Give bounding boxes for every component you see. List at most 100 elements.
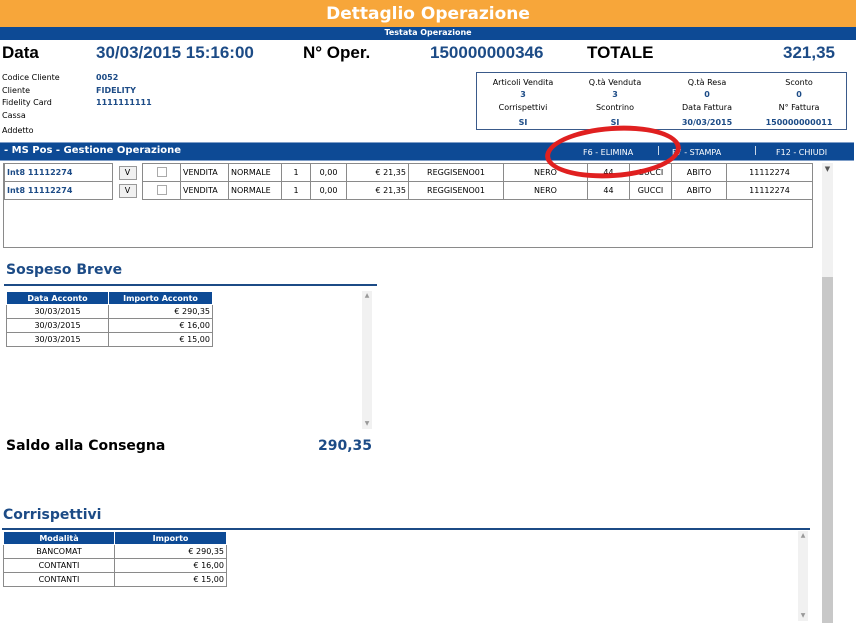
header-data-value-wrap: 30/03/2015 15:16:00 [96, 43, 254, 65]
scroll-up-icon[interactable]: ▲ [362, 292, 372, 300]
op-qta: 1 [281, 181, 311, 200]
table-row: BANCOMAT € 290,35 [3, 544, 227, 559]
data-value: 30/03/2015 15:16:00 [96, 43, 254, 62]
modalita-cell: BANCOMAT [3, 544, 115, 559]
f12-chiudi-button[interactable]: F12 - CHIUDI [776, 148, 827, 157]
op-code: Int8 11112274 [4, 181, 113, 200]
importo-cell: € 15,00 [114, 572, 227, 587]
gestione-title: - MS Pos - Gestione Operazione [4, 145, 182, 156]
op-taglia: 44 [587, 181, 630, 200]
table-header-row: Data Acconto Importo Acconto [6, 291, 213, 305]
window-title: Dettaglio Operazione [326, 4, 530, 24]
scroll-up-icon[interactable]: ▲ [798, 532, 808, 540]
sospeso-divider [4, 284, 377, 286]
table-row: 30/03/2015 € 15,00 [6, 332, 213, 347]
row-checkbox[interactable] [156, 166, 167, 177]
checkbox-cell [142, 181, 181, 200]
modalita-cell: CONTANTI [3, 558, 115, 573]
cliente-label: Cliente [2, 86, 31, 95]
op-prezzo: € 21,35 [346, 181, 409, 200]
addetto-label: Addetto [2, 126, 34, 135]
op-prezzo: € 21,35 [346, 163, 409, 182]
qta-resa-value: 0 [704, 90, 710, 99]
acconto-importo: € 16,00 [108, 318, 213, 333]
n-fattura-value: 150000000011 [765, 118, 833, 127]
oper-label: N° Oper. [303, 43, 371, 62]
col-modalita: Modalità [3, 531, 115, 545]
corrispettivi-scrollbar[interactable]: ▲ ▼ [798, 531, 808, 621]
op-stato: NORMALE [228, 181, 282, 200]
qta-resa-label: Q.tà Resa [687, 78, 727, 87]
sospeso-scrollbar[interactable]: ▲ ▼ [362, 291, 372, 429]
totale-label: TOTALE [587, 43, 654, 62]
op-tipo: VENDITA [180, 181, 229, 200]
codice-cliente-value: 0052 [96, 73, 119, 82]
sconto-value: 0 [796, 90, 802, 99]
modalita-cell: CONTANTI [3, 572, 115, 587]
acconto-data: 30/03/2015 [6, 318, 109, 333]
fidelity-card-label: Fidelity Card [2, 98, 52, 107]
summary-box: Articoli Vendita Q.tà Venduta Q.tà Resa … [476, 72, 847, 130]
sospeso-table: Data Acconto Importo Acconto 30/03/2015 … [6, 291, 213, 347]
sconto-label: Sconto [785, 78, 813, 87]
totale-value: 321,35 [783, 43, 835, 62]
op-sconto: 0,00 [310, 163, 347, 182]
table-row[interactable]: Int8 11112274 V VENDITA NORMALE 1 0,00 €… [4, 163, 813, 182]
op-code: Int8 11112274 [4, 163, 113, 182]
gestione-toolbar: - MS Pos - Gestione Operazione F6 - ELIM… [0, 142, 854, 161]
qta-venduta-label: Q.tà Venduta [588, 78, 642, 87]
cassa-label: Cassa [2, 111, 26, 120]
op-articolo: REGGISENO01 [408, 163, 504, 182]
col-importo-acconto: Importo Acconto [108, 291, 213, 305]
corrispettivi-label: Corrispettivi [498, 103, 548, 112]
table-row: 30/03/2015 € 290,35 [6, 304, 213, 319]
corrispettivi-title: Corrispettivi [3, 507, 102, 523]
window-title-bar: Dettaglio Operazione [0, 0, 856, 27]
n-fattura-label: N° Fattura [778, 103, 820, 112]
op-categoria: ABITO [671, 163, 727, 182]
scroll-down-icon[interactable]: ▼ [798, 612, 808, 620]
op-marca: GUCCI [629, 181, 672, 200]
v-button[interactable]: V [118, 183, 137, 198]
scroll-down-icon[interactable]: ▼ [362, 420, 372, 428]
op-categoria: ABITO [671, 181, 727, 200]
table-row[interactable]: Int8 11112274 V VENDITA NORMALE 1 0,00 €… [4, 181, 813, 200]
acconto-importo: € 15,00 [108, 332, 213, 347]
corrispettivi-divider [2, 528, 810, 530]
op-tipo: VENDITA [180, 163, 229, 182]
operations-table: Int8 11112274 V VENDITA NORMALE 1 0,00 €… [4, 163, 813, 200]
checkbox-cell [142, 163, 181, 182]
op-qta: 1 [281, 163, 311, 182]
saldo-value: 290,35 [318, 438, 373, 454]
op-stato: NORMALE [228, 163, 282, 182]
op-articolo: REGGISENO01 [408, 181, 504, 200]
fidelity-card-value: 1111111111 [96, 98, 152, 107]
corrispettivi-table: Modalità Importo BANCOMAT € 290,35 CONTA… [3, 531, 227, 587]
op-sconto: 0,00 [310, 181, 347, 200]
v-button[interactable]: V [118, 165, 137, 180]
acconto-data: 30/03/2015 [6, 304, 109, 319]
scroll-up-icon[interactable]: ▼ [822, 165, 833, 173]
row-checkbox[interactable] [156, 184, 167, 195]
data-fattura-label: Data Fattura [682, 103, 732, 112]
col-data-acconto: Data Acconto [6, 291, 109, 305]
header-oper-wrap: N° Oper. [303, 43, 370, 65]
corrispettivi-value: SI [518, 118, 528, 127]
window-subtitle-bar: Testata Operazione [0, 27, 856, 40]
table-row: CONTANTI € 15,00 [3, 572, 227, 587]
data-fattura-value: 30/03/2015 [681, 118, 733, 127]
main-scrollbar[interactable]: ▼ [822, 163, 833, 623]
col-importo: Importo [114, 531, 227, 545]
window-subtitle: Testata Operazione [384, 28, 472, 37]
scrollbar-thumb[interactable] [822, 277, 833, 623]
v-cell: V [113, 164, 143, 182]
acconto-importo: € 290,35 [108, 304, 213, 319]
saldo-label: Saldo alla Consegna [6, 438, 166, 454]
page-root: Dettaglio Operazione Testata Operazione … [0, 0, 862, 623]
table-row: 30/03/2015 € 16,00 [6, 318, 213, 333]
table-header-row: Modalità Importo [3, 531, 227, 545]
acconto-data: 30/03/2015 [6, 332, 109, 347]
articoli-vendita-value: 3 [520, 90, 526, 99]
oper-value: 150000000346 [430, 43, 544, 62]
data-label: Data [2, 43, 39, 62]
